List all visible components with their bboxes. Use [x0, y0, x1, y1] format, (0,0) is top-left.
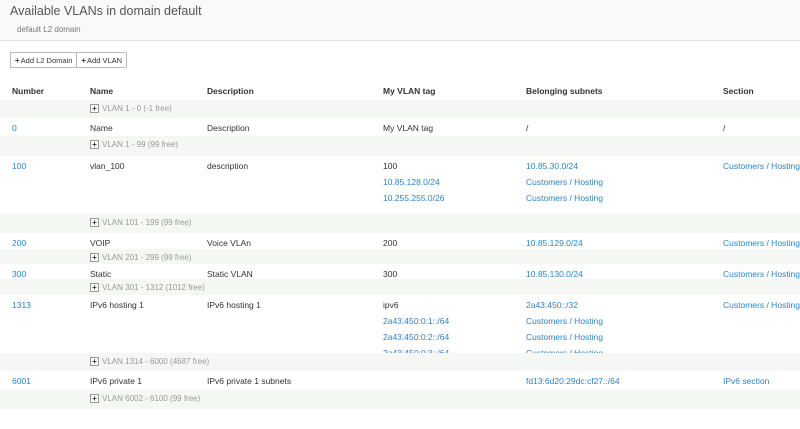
section-link[interactable]: Customers / Hosting: [526, 316, 603, 326]
vlan-name: IPv6 hosting 1: [90, 300, 144, 310]
subnet-link[interactable]: 2a43:450::/32: [526, 300, 578, 310]
vlan-number-link[interactable]: 200: [12, 238, 26, 248]
column-header-subnets: Belonging subnets: [526, 86, 603, 96]
subnet-link[interactable]: 10.85.30.0/24: [526, 161, 578, 171]
section-link[interactable]: Customers / Hosting: [723, 269, 800, 279]
add-vlan-in-range-icon[interactable]: +: [90, 394, 99, 403]
free-range-label: VLAN 1314 - 6000 (4687 free): [102, 357, 210, 366]
vlan-number-link[interactable]: 0: [12, 123, 17, 133]
vlan-description: IPv6 hosting 1: [207, 300, 261, 310]
vlan-tag: ipv6: [383, 300, 399, 310]
vlan-description: IPv6 private 1 subnets: [207, 376, 292, 386]
table-row: 1313 IPv6 hosting 1 IPv6 hosting 1 ipv6 2a43…: [0, 295, 800, 358]
free-range-row: + VLAN 6002 - 6100 (99 free): [0, 390, 800, 409]
add-vlan-in-range-icon[interactable]: +: [90, 140, 99, 149]
vlan-tag: 200: [383, 238, 398, 248]
free-range: + VLAN 301 - 1312 (1012 free): [90, 283, 205, 292]
subnet-link[interactable]: 10.255.255.0/26: [383, 193, 444, 203]
table-row: 300 Static Static VLAN 300 10.85.130.0/24 Cus…: [0, 264, 800, 280]
page-title: Available VLANs in domain default: [10, 4, 202, 18]
free-range: + VLAN 6002 - 6100 (99 free): [90, 394, 200, 403]
free-range-label: VLAN 6002 - 6100 (99 free): [102, 394, 201, 403]
column-header-description: Description: [207, 86, 254, 96]
subnet-link[interactable]: 10.85.128.0/24: [383, 177, 440, 187]
add-l2-domain-button[interactable]: + Add L2 Domain: [10, 52, 78, 68]
section-link: /: [723, 123, 726, 133]
free-range-row: + VLAN 101 - 199 (99 free): [0, 214, 800, 233]
section-link[interactable]: Customers / Hosting: [723, 238, 800, 248]
column-header-vlan-tag: My VLAN tag: [383, 86, 436, 96]
section-link[interactable]: Customers / Hosting: [723, 161, 800, 171]
add-vlan-label: Add VLAN: [87, 55, 123, 65]
vlan-name: IPv6 private 1: [90, 376, 142, 386]
free-range: + VLAN 1 - 99 (99 free): [90, 140, 178, 149]
section-link[interactable]: Customers / Hosting: [723, 300, 800, 310]
subnet-link: /: [526, 123, 529, 133]
free-range-row: + VLAN 1 - 0 (-1 free): [0, 100, 800, 118]
vlan-number-link[interactable]: 6001: [12, 376, 31, 386]
add-vlan-button[interactable]: + Add VLAN: [77, 52, 128, 68]
section-link[interactable]: IPv6 section: [723, 376, 769, 386]
subnet-link[interactable]: 10.85.129.0/24: [526, 238, 583, 248]
add-vlan-in-range-icon[interactable]: +: [90, 104, 99, 113]
free-range-label: VLAN 1 - 99 (99 free): [102, 140, 179, 149]
add-vlan-in-range-icon[interactable]: +: [90, 283, 99, 292]
free-range-label: VLAN 301 - 1312 (1012 free): [102, 283, 205, 292]
plus-icon: +: [81, 55, 87, 65]
column-header-section: Section: [723, 86, 754, 96]
toolbar: + Add L2 Domain + Add VLAN: [10, 52, 128, 68]
vlan-tag: My VLAN tag: [383, 123, 434, 133]
table-row: 200 VOIP Voice VLAn 200 10.85.129.0/24 Custom…: [0, 233, 800, 250]
free-range-label: VLAN 101 - 199 (99 free): [102, 218, 192, 227]
vlan-tag: 100: [383, 161, 398, 171]
column-header-number: Number: [12, 86, 45, 96]
table-row: 6001 IPv6 private 1 IPv6 private 1 subnets…: [0, 371, 800, 391]
vlan-number-link[interactable]: 300: [12, 269, 26, 279]
add-vlan-in-range-icon[interactable]: +: [90, 357, 99, 366]
vlan-description: description: [207, 161, 249, 171]
free-range: + VLAN 1 - 0 (-1 free): [90, 104, 172, 113]
subnet-link[interactable]: fd13:6d20:29dc:cf27::/64: [526, 376, 620, 386]
free-range: + VLAN 201 - 299 (99 free): [90, 253, 191, 262]
add-vlan-in-range-icon[interactable]: +: [90, 218, 99, 227]
subnet-link[interactable]: 2a43:450:0:2::/64: [383, 332, 449, 342]
vlan-number-link[interactable]: 100: [12, 161, 26, 171]
free-range-row: + VLAN 1 - 99 (99 free): [0, 136, 800, 156]
page-header: Available VLANs in domain default defaul…: [0, 0, 800, 41]
table-row: 0 Name Description My VLAN tag / /: [0, 118, 800, 137]
section-link[interactable]: Customers / Hosting: [526, 332, 603, 342]
domain-description: default L2 domain: [17, 25, 81, 34]
subnet-link[interactable]: 2a43:450:0:1::/64: [383, 316, 449, 326]
section-link[interactable]: Customers / Hosting: [526, 193, 603, 203]
free-range-row: + VLAN 1314 - 6000 (4687 free): [0, 353, 800, 371]
free-range: + VLAN 1314 - 6000 (4687 free): [90, 357, 209, 366]
table-row: 100 vlan_100 description 100 10.85.30.0/24 Cu…: [0, 156, 800, 215]
free-range-label: VLAN 1 - 0 (-1 free): [102, 104, 172, 113]
vlan-description: Static VLAN: [207, 269, 253, 279]
vlan-number-link[interactable]: 1313: [12, 300, 31, 310]
vlan-name: Name: [90, 123, 113, 133]
column-header-name: Name: [90, 86, 114, 96]
vlan-description: Description: [207, 123, 250, 133]
vlan-tag: 300: [383, 269, 398, 279]
free-range-label: VLAN 201 - 299 (99 free): [102, 253, 192, 262]
section-link[interactable]: Customers / Hosting: [526, 177, 603, 187]
table-header: Number Name Description My VLAN tag Belo…: [0, 80, 800, 101]
vlan-description: Voice VLAn: [207, 238, 251, 248]
free-range: + VLAN 101 - 199 (99 free): [90, 218, 191, 227]
vlan-name: vlan_100: [90, 161, 125, 171]
plus-icon: +: [15, 55, 20, 65]
add-vlan-in-range-icon[interactable]: +: [90, 253, 99, 262]
subnet-link[interactable]: 10.85.130.0/24: [526, 269, 583, 279]
vlan-name: VOIP: [90, 238, 111, 248]
vlan-name: Static: [90, 269, 112, 279]
free-range-row: + VLAN 301 - 1312 (1012 free): [0, 279, 800, 295]
free-range-row: + VLAN 201 - 299 (99 free): [0, 249, 800, 264]
add-l2-domain-label: Add L2 Domain: [20, 55, 73, 65]
